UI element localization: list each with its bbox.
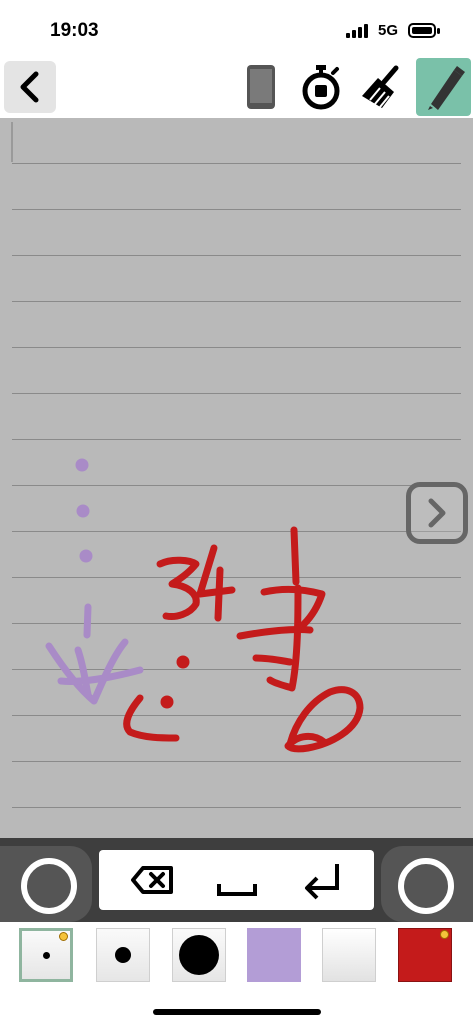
battery-icon — [408, 23, 436, 38]
right-circle-button[interactable] — [381, 846, 473, 922]
pen-size-medium-swatch[interactable] — [96, 928, 150, 982]
purple-strokes — [45, 458, 144, 705]
stopwatch-icon — [302, 65, 340, 110]
circle-icon — [21, 858, 77, 914]
circle-icon — [398, 858, 454, 914]
space-key[interactable] — [213, 856, 261, 904]
white-color-swatch[interactable] — [322, 928, 376, 982]
broom-icon — [362, 65, 399, 108]
edit-keys — [99, 850, 374, 910]
status-bar: 19:03 5G — [0, 0, 473, 56]
cellular-signal-icon — [346, 24, 372, 38]
space-icon — [217, 884, 257, 896]
pen-size-small-swatch[interactable] — [19, 928, 73, 982]
phone-button[interactable] — [236, 62, 286, 112]
return-key[interactable] — [299, 856, 347, 904]
settings-gear-icon — [59, 932, 68, 941]
clear-button[interactable] — [356, 62, 406, 112]
left-circle-button[interactable] — [0, 846, 92, 922]
backspace-key[interactable] — [129, 856, 177, 904]
medium-dot-icon — [115, 947, 131, 963]
large-dot-icon — [179, 935, 219, 975]
pen-size-large-swatch[interactable] — [172, 928, 226, 982]
chevron-left-icon — [20, 71, 39, 103]
red-strokes — [123, 526, 364, 753]
status-time: 19:03 — [50, 20, 99, 41]
network-type: 5G — [378, 22, 399, 39]
pen-button[interactable] — [416, 58, 471, 116]
settings-gear-icon — [440, 930, 449, 939]
input-bar — [0, 838, 473, 922]
red-color-swatch[interactable] — [398, 928, 452, 982]
phone-icon — [247, 65, 275, 109]
pencil-icon — [428, 66, 465, 110]
backspace-icon — [131, 866, 173, 894]
small-dot-icon — [43, 952, 50, 959]
purple-color-swatch[interactable] — [247, 928, 301, 982]
battery-tip — [437, 28, 440, 34]
ink-strokes — [45, 458, 364, 753]
timer-button[interactable] — [296, 62, 346, 112]
pen-palette — [0, 922, 473, 988]
back-button[interactable] — [4, 61, 56, 113]
return-icon — [305, 864, 339, 900]
toolbar — [0, 56, 473, 118]
home-indicator — [153, 1009, 321, 1015]
